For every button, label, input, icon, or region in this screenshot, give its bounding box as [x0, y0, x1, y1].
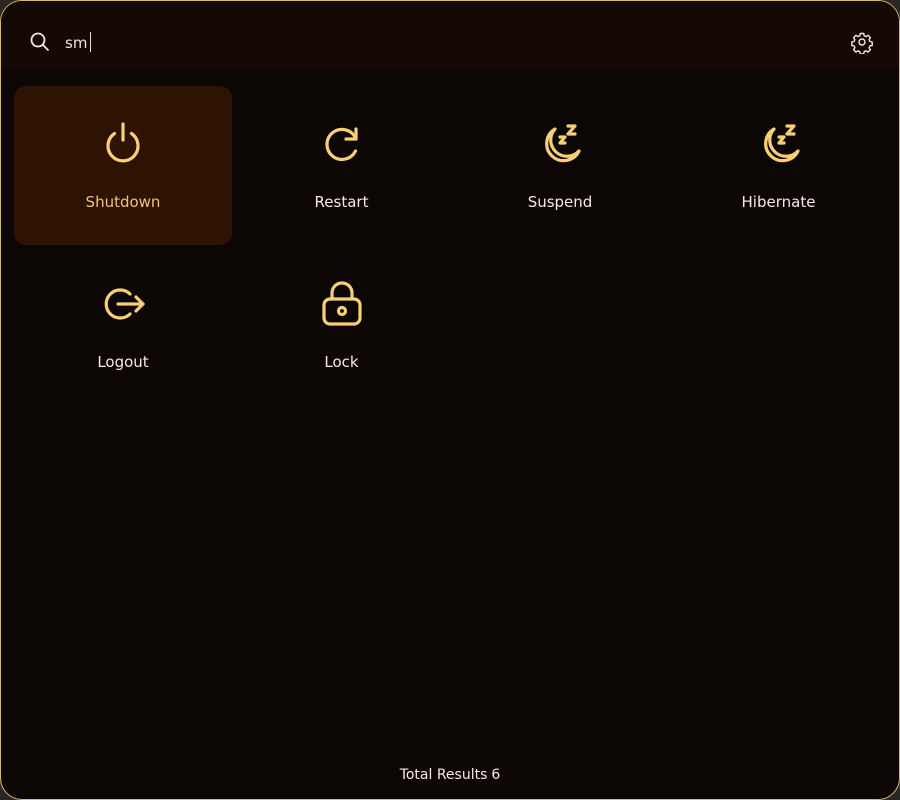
- moon-sleep-icon: [754, 119, 804, 169]
- power-icon: [98, 119, 148, 169]
- search-input[interactable]: [65, 31, 805, 55]
- restart-icon: [317, 119, 367, 169]
- result-label: Logout: [97, 353, 149, 371]
- result-label: Hibernate: [741, 193, 816, 211]
- result-label: Lock: [324, 353, 359, 371]
- search-bar: [1, 1, 899, 69]
- result-label: Suspend: [527, 193, 593, 211]
- text-caret: [90, 32, 91, 52]
- result-lock[interactable]: Lock: [233, 246, 451, 405]
- results-count-value: 6: [491, 767, 501, 783]
- search-icon: [29, 31, 51, 53]
- results-count-label: Total Results: [399, 767, 488, 783]
- results-grid: Shutdown Restart Suspend Hibernate Logou…: [14, 86, 888, 406]
- result-hibernate[interactable]: Hibernate: [670, 86, 888, 245]
- launcher-window: Shutdown Restart Suspend: [0, 0, 900, 800]
- results-count: Total Results 6: [1, 767, 899, 783]
- gear-icon[interactable]: [850, 30, 874, 54]
- result-label: Shutdown: [85, 193, 161, 211]
- result-shutdown[interactable]: Shutdown: [14, 86, 232, 245]
- result-logout[interactable]: Logout: [14, 246, 232, 405]
- result-restart[interactable]: Restart: [233, 86, 451, 245]
- result-label: Restart: [314, 193, 369, 211]
- result-suspend[interactable]: Suspend: [451, 86, 669, 245]
- moon-sleep-icon: [535, 119, 585, 169]
- logout-icon: [98, 279, 148, 329]
- lock-open-icon: [317, 279, 367, 329]
